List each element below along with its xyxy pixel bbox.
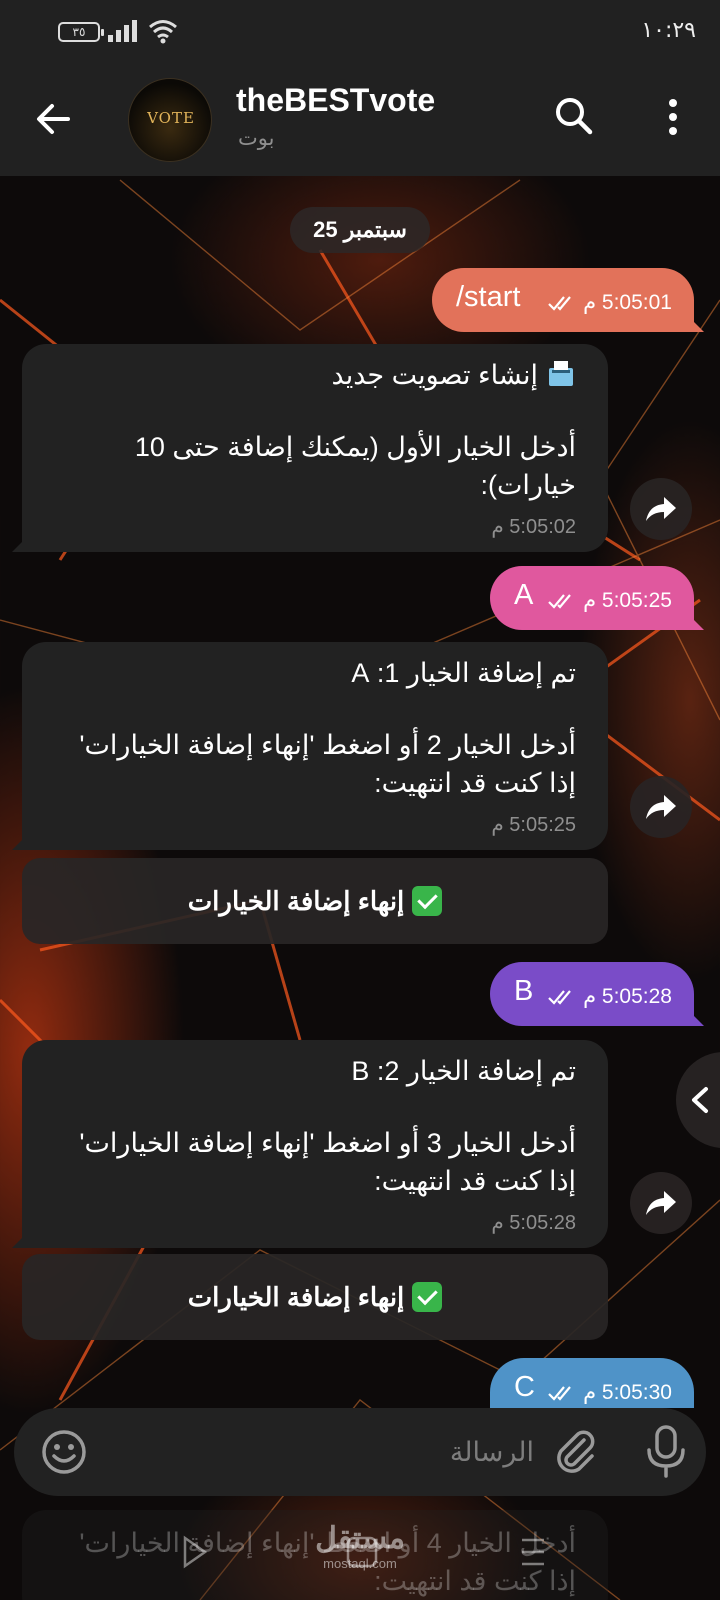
share-icon: [646, 497, 676, 521]
check-mark-icon: [412, 1282, 443, 1312]
message-title: تم إضافة الخيار 1: A: [351, 658, 576, 688]
watermark-domain: mostaql.com: [323, 1556, 397, 1571]
read-receipt-icon: [548, 990, 572, 1006]
more-vertical-icon[interactable]: [650, 92, 696, 142]
message-line: إذا كنت قد انتهيت:: [374, 1166, 576, 1196]
message-time: 5:05:25 م: [541, 588, 672, 613]
message-time: 5:05:01 م: [541, 290, 672, 315]
message-text: B: [514, 975, 534, 1007]
share-icon: [646, 795, 676, 819]
nav-recents-icon: [522, 1538, 544, 1566]
message-line: خيارات):: [480, 470, 576, 500]
share-button[interactable]: [630, 1172, 692, 1234]
share-button[interactable]: [630, 478, 692, 540]
ballot-box-icon: [546, 358, 576, 388]
incoming-message[interactable]: تم إضافة الخيار 2: B أدخل الخيار 3 أو اض…: [22, 1040, 608, 1248]
finish-options-button[interactable]: إنهاء إضافة الخيارات: [22, 858, 608, 944]
message-time: 5:05:30 م: [541, 1380, 672, 1405]
attach-icon[interactable]: [550, 1426, 602, 1478]
search-icon[interactable]: [550, 92, 600, 142]
back-arrow-icon[interactable]: [28, 92, 82, 146]
message-text: /start: [456, 281, 521, 313]
read-receipt-icon: [548, 594, 572, 610]
incoming-message[interactable]: تم إضافة الخيار 1: A أدخل الخيار 2 أو اض…: [22, 642, 608, 850]
emoji-icon[interactable]: [40, 1428, 88, 1476]
message-time: 5:05:02 م: [491, 516, 576, 538]
avatar-logo-text: VOTE: [147, 109, 195, 127]
avatar[interactable]: VOTE: [128, 78, 212, 162]
message-title: إنشاء تصويت جديد: [48, 356, 576, 394]
message-line: أدخل الخيار 3 أو اضغط 'إنهاء إضافة الخيا…: [79, 1128, 576, 1158]
mic-icon[interactable]: [644, 1424, 688, 1480]
status-time: ١٠:٢٩: [641, 18, 696, 43]
nav-back-icon: [183, 1535, 208, 1569]
message-time: 5:05:25 م: [491, 814, 576, 836]
message-time: 5:05:28 م: [491, 1212, 576, 1234]
message-line: أدخل الخيار الأول (يمكنك إضافة حتى 10: [134, 432, 576, 462]
read-receipt-icon: [548, 296, 572, 312]
chevron-left-icon: [692, 1087, 708, 1113]
check-mark-icon: [412, 886, 443, 916]
date-separator: 25 سبتمبر: [290, 207, 430, 253]
read-receipt-icon: [548, 1386, 572, 1402]
message-text: C: [514, 1371, 535, 1403]
battery-icon: ٣٥: [58, 22, 104, 42]
message-line: إذا كنت قد انتهيت:: [374, 768, 576, 798]
signal-icon: [108, 20, 137, 42]
message-composer: [14, 1408, 706, 1496]
chat-subtitle: بوت: [238, 126, 275, 150]
outgoing-message[interactable]: A 5:05:25 م: [490, 566, 694, 630]
chat-header: VOTE theBESTvote بوت: [0, 62, 720, 176]
watermark-logo: مستقل: [315, 1522, 405, 1555]
chat-title[interactable]: theBESTvote: [236, 82, 435, 119]
share-button[interactable]: [630, 776, 692, 838]
message-title: تم إضافة الخيار 2: B: [351, 1056, 576, 1086]
share-icon: [646, 1191, 676, 1215]
outgoing-message[interactable]: B 5:05:28 م: [490, 962, 694, 1026]
message-text: A: [514, 579, 534, 611]
outgoing-message[interactable]: /start 5:05:01 م: [432, 268, 694, 332]
incoming-message[interactable]: إنشاء تصويت جديد أدخل الخيار الأول (يمكن…: [22, 344, 608, 552]
finish-options-button[interactable]: إنهاء إضافة الخيارات: [22, 1254, 608, 1340]
outgoing-message[interactable]: C 5:05:30 م: [490, 1358, 694, 1408]
message-line: أدخل الخيار 2 أو اضغط 'إنهاء إضافة الخيا…: [79, 730, 576, 760]
status-bar: ٣٥ ١٠:٢٩: [0, 0, 720, 62]
wifi-icon: [149, 20, 177, 44]
message-input[interactable]: [114, 1422, 534, 1482]
message-time: 5:05:28 م: [541, 984, 672, 1009]
